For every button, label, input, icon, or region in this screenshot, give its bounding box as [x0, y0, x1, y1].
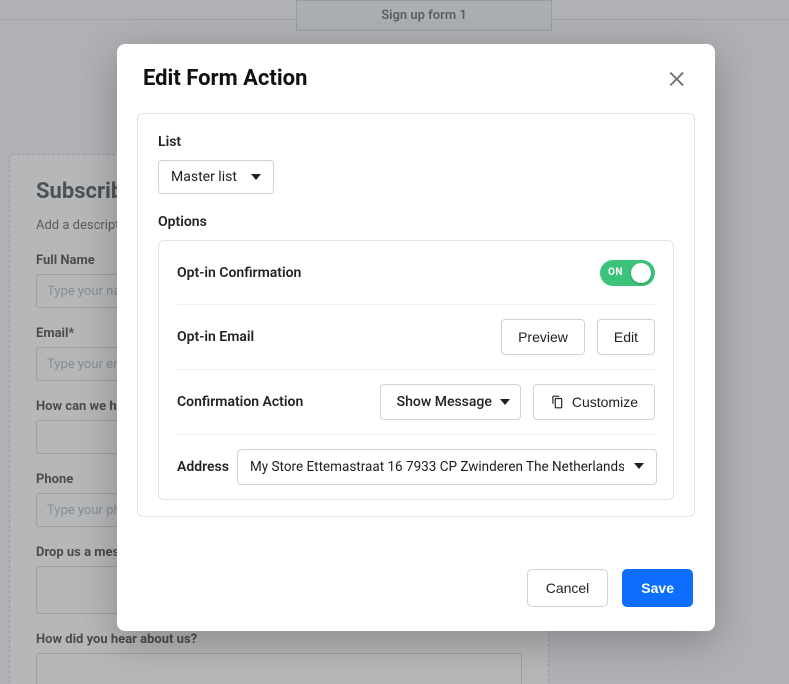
toggle-on-text: ON [608, 267, 623, 278]
modal-footer: Cancel Save [117, 549, 715, 631]
caret-down-icon [500, 397, 510, 407]
confirmation-action-value: Show Message [397, 394, 492, 410]
optin-confirmation-toggle[interactable]: ON [600, 260, 655, 286]
row-optin-email: Opt-in Email Preview Edit [177, 305, 655, 370]
row-confirmation-action: Confirmation Action Show Message Customi… [177, 370, 655, 435]
optin-email-label: Opt-in Email [177, 329, 254, 345]
confirmation-action-select[interactable]: Show Message [380, 384, 521, 420]
cancel-button[interactable]: Cancel [527, 569, 609, 607]
address-select[interactable]: My Store Ettemastraat 16 7933 CP Zwinder… [237, 449, 657, 485]
caret-down-icon [251, 172, 261, 182]
list-select-value: Master list [171, 169, 237, 185]
address-label: Address [177, 459, 237, 475]
toggle-knob [631, 263, 651, 283]
edit-form-action-modal: Edit Form Action List Master list Option… [117, 44, 715, 631]
address-value: My Store Ettemastraat 16 7933 CP Zwinder… [250, 459, 624, 475]
copy-icon [550, 395, 564, 409]
settings-panel: List Master list Options Opt-in Confirma… [137, 113, 695, 517]
list-select[interactable]: Master list [158, 160, 274, 194]
options-card: Opt-in Confirmation ON Opt-in Email Prev… [158, 240, 674, 500]
preview-button[interactable]: Preview [501, 319, 585, 355]
row-address: Address My Store Ettemastraat 16 7933 CP… [177, 435, 655, 499]
options-section-label: Options [158, 214, 674, 230]
modal-header: Edit Form Action [117, 44, 715, 113]
caret-down-icon [634, 459, 644, 475]
modal-body: List Master list Options Opt-in Confirma… [117, 113, 715, 549]
optin-confirmation-label: Opt-in Confirmation [177, 265, 301, 281]
customize-button[interactable]: Customize [533, 384, 655, 420]
confirmation-action-label: Confirmation Action [177, 394, 303, 410]
edit-button[interactable]: Edit [597, 319, 655, 355]
save-button[interactable]: Save [622, 569, 693, 607]
close-icon[interactable] [667, 68, 689, 90]
modal-title: Edit Form Action [143, 66, 307, 91]
list-section-label: List [158, 134, 674, 150]
row-optin-confirmation: Opt-in Confirmation ON [177, 241, 655, 305]
